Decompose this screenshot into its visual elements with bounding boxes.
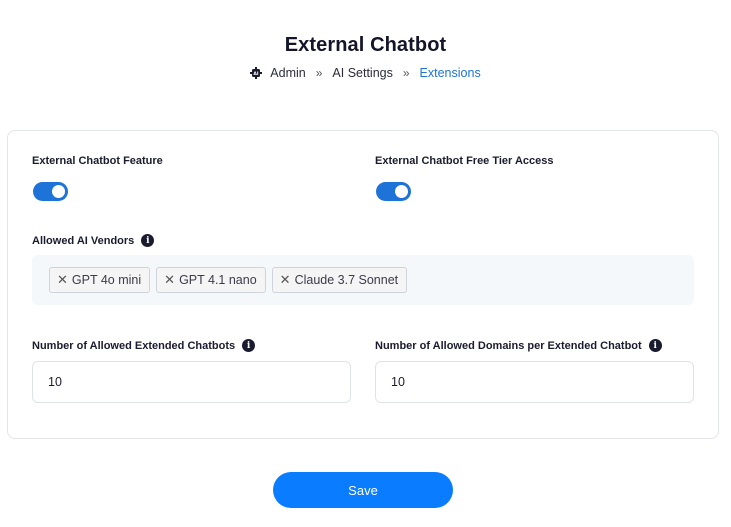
page-title: External Chatbot xyxy=(284,34,447,56)
save-button[interactable]: Save xyxy=(273,472,453,508)
domains-per-chatbot-label-text: Number of Allowed Domains per Extended C… xyxy=(375,339,642,352)
free-tier-label: External Chatbot Free Tier Access xyxy=(375,155,554,167)
extended-chatbots-label-text: Number of Allowed Extended Chatbots xyxy=(32,339,236,352)
settings-card: External Chatbot Feature External Chatbo… xyxy=(7,130,719,439)
vendor-tag: ✕ GPT 4.1 nano xyxy=(156,267,266,293)
vendor-tag: ✕ GPT 4o mini xyxy=(49,267,151,293)
info-icon[interactable]: i xyxy=(141,234,155,247)
vendor-tag-label: GPT 4o mini xyxy=(71,273,142,287)
remove-tag-icon[interactable]: ✕ xyxy=(164,272,175,288)
toggle-knob xyxy=(395,185,408,198)
vendors-multiselect[interactable]: ✕ GPT 4o mini ✕ GPT 4.1 nano ✕ Claude 3.… xyxy=(32,255,694,305)
svg-text:AI: AI xyxy=(254,71,259,77)
extended-chatbots-label: Number of Allowed Extended Chatbots i xyxy=(32,339,256,352)
free-tier-label-text: External Chatbot Free Tier Access xyxy=(375,155,554,167)
info-icon[interactable]: i xyxy=(648,339,662,352)
external-feature-label-text: External Chatbot Feature xyxy=(32,155,163,167)
breadcrumb-extensions[interactable]: Extensions xyxy=(420,66,481,80)
breadcrumb-separator: » xyxy=(315,66,323,80)
vendor-tag-label: Claude 3.7 Sonnet xyxy=(294,273,399,287)
domains-per-chatbot-input[interactable] xyxy=(375,361,694,403)
info-icon[interactable]: i xyxy=(242,339,256,352)
vendors-label-text: Allowed AI Vendors xyxy=(32,234,135,247)
vendors-label: Allowed AI Vendors i xyxy=(32,234,155,247)
breadcrumb-ai-settings[interactable]: AI Settings xyxy=(332,66,392,80)
external-feature-label: External Chatbot Feature xyxy=(32,155,163,167)
domains-per-chatbot-label: Number of Allowed Domains per Extended C… xyxy=(375,339,662,352)
vendor-tag-label: GPT 4.1 nano xyxy=(179,273,257,287)
external-feature-toggle[interactable] xyxy=(33,182,68,201)
ai-chip-icon[interactable]: AI xyxy=(250,67,263,79)
extended-chatbots-input[interactable] xyxy=(32,361,351,403)
vendor-tag: ✕ Claude 3.7 Sonnet xyxy=(271,267,408,293)
breadcrumb-admin[interactable]: Admin xyxy=(270,66,305,80)
free-tier-toggle[interactable] xyxy=(376,182,411,201)
remove-tag-icon[interactable]: ✕ xyxy=(57,272,68,288)
toggle-knob xyxy=(52,185,65,198)
remove-tag-icon[interactable]: ✕ xyxy=(280,272,291,288)
breadcrumb: AI Admin » AI Settings » Extensions xyxy=(0,66,731,80)
breadcrumb-separator: » xyxy=(402,66,410,80)
